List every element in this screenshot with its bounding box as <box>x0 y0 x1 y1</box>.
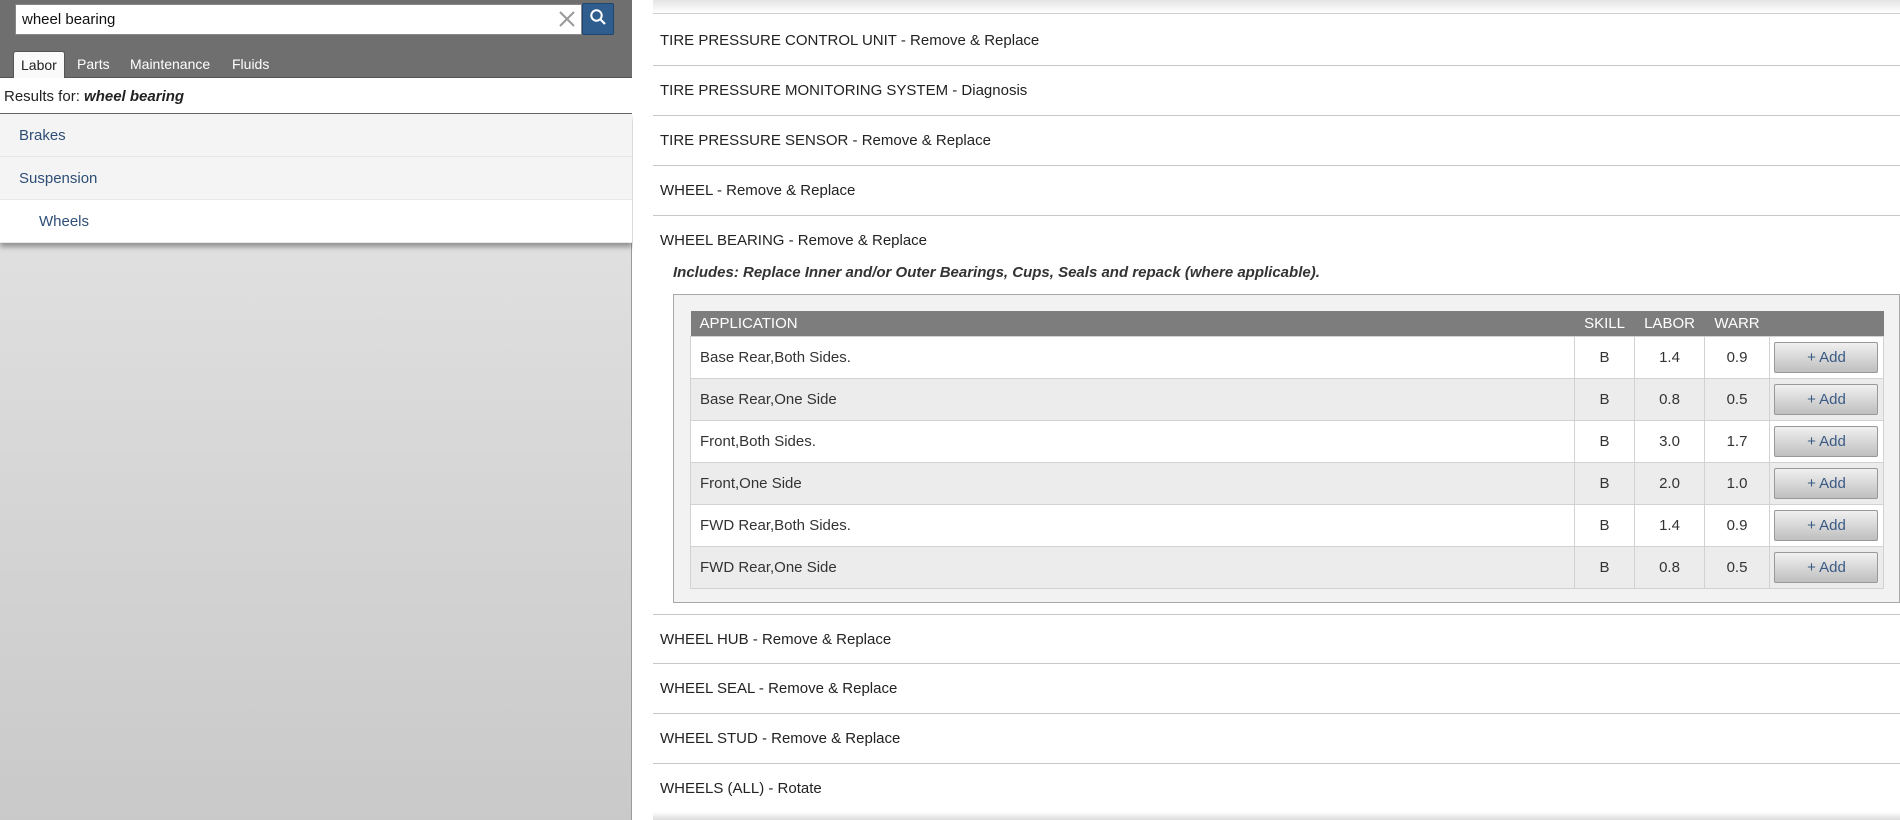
action-cell: + Add <box>1768 377 1885 421</box>
add-button[interactable]: + Add <box>1774 341 1879 373</box>
application-table: APPLICATION SKILL LABOR WARR Base Rear,B… <box>689 311 1885 589</box>
skill-cell: B <box>1574 461 1636 505</box>
column-header-action <box>1769 311 1884 336</box>
warr-cell: 0.9 <box>1704 335 1770 379</box>
tab-labor[interactable]: Labor <box>13 51 65 78</box>
warr-cell: 0.5 <box>1704 545 1770 589</box>
add-button[interactable]: + Add <box>1774 467 1879 499</box>
add-button[interactable]: + Add <box>1774 509 1879 541</box>
scroll-shadow-top <box>653 0 1900 14</box>
operations-panel: TIRE PRESSURE CONTROL UNIT - Remove & Re… <box>633 0 1900 820</box>
warr-cell: 0.9 <box>1704 503 1770 547</box>
scroll-shadow-bottom <box>653 812 1900 820</box>
operation-wheel-stud[interactable]: WHEEL STUD - Remove & Replace <box>653 714 1900 764</box>
action-cell: + Add <box>1768 461 1885 505</box>
labor-cell: 2.0 <box>1634 461 1706 505</box>
column-header-labor: LABOR <box>1634 311 1705 336</box>
column-header-warr: WARR <box>1704 311 1770 336</box>
category-suspension[interactable]: Suspension <box>0 157 632 200</box>
search-bar <box>0 0 632 43</box>
operation-tire-pressure-sensor[interactable]: TIRE PRESSURE SENSOR - Remove & Replace <box>653 116 1900 166</box>
application-cell: Front,One Side <box>689 461 1576 505</box>
application-cell: Base Rear,Both Sides. <box>689 335 1576 379</box>
table-row: Base Rear,Both Sides. B 1.4 0.9 + Add <box>689 335 1885 379</box>
labor-cell: 1.4 <box>1634 335 1706 379</box>
skill-cell: B <box>1574 545 1636 589</box>
tab-bar: Labor Parts Maintenance Fluids <box>0 43 632 78</box>
labor-cell: 0.8 <box>1634 377 1706 421</box>
warr-cell: 1.0 <box>1704 461 1770 505</box>
search-button[interactable] <box>582 3 614 35</box>
add-button[interactable]: + Add <box>1774 383 1879 415</box>
labor-cell: 1.4 <box>1634 503 1706 547</box>
application-cell: Front,Both Sides. <box>689 419 1576 463</box>
application-cell: FWD Rear,Both Sides. <box>689 503 1576 547</box>
table-header-row: APPLICATION SKILL LABOR WARR <box>690 311 1884 336</box>
results-query: wheel bearing <box>84 88 185 105</box>
table-row: Base Rear,One Side B 0.8 0.5 + Add <box>689 377 1885 421</box>
results-label: Results for: <box>4 88 80 105</box>
application-cell: FWD Rear,One Side <box>689 545 1576 589</box>
action-cell: + Add <box>1768 545 1885 589</box>
column-header-skill: SKILL <box>1574 311 1635 336</box>
operation-wheel-seal[interactable]: WHEEL SEAL - Remove & Replace <box>653 664 1900 714</box>
skill-cell: B <box>1574 503 1636 547</box>
operation-wheel-hub[interactable]: WHEEL HUB - Remove & Replace <box>653 614 1900 664</box>
labor-cell: 0.8 <box>1634 545 1706 589</box>
application-panel: APPLICATION SKILL LABOR WARR Base Rear,B… <box>673 294 1900 603</box>
add-button[interactable]: + Add <box>1774 425 1879 457</box>
operation-wheels-all-rotate[interactable]: WHEELS (ALL) - Rotate <box>653 764 1900 814</box>
category-wheels[interactable]: Wheels <box>0 200 632 243</box>
application-cell: Base Rear,One Side <box>689 377 1576 421</box>
operation-tire-pressure-control-unit[interactable]: TIRE PRESSURE CONTROL UNIT - Remove & Re… <box>653 16 1900 66</box>
warr-cell: 1.7 <box>1704 419 1770 463</box>
warr-cell: 0.5 <box>1704 377 1770 421</box>
search-icon <box>589 8 607 31</box>
tab-maintenance[interactable]: Maintenance <box>123 51 217 78</box>
operation-wheel[interactable]: WHEEL - Remove & Replace <box>653 166 1900 216</box>
table-row: Front,One Side B 2.0 1.0 + Add <box>689 461 1885 505</box>
table-row: Front,Both Sides. B 3.0 1.7 + Add <box>689 419 1885 463</box>
table-row: FWD Rear,One Side B 0.8 0.5 + Add <box>689 545 1885 589</box>
tab-parts[interactable]: Parts <box>70 51 117 78</box>
category-list: Brakes Suspension Wheels <box>0 114 632 243</box>
skill-cell: B <box>1574 335 1636 379</box>
action-cell: + Add <box>1768 503 1885 547</box>
left-panel: Labor Parts Maintenance Fluids Results f… <box>0 0 632 820</box>
column-header-application: APPLICATION <box>690 311 1575 336</box>
operation-wheel-bearing[interactable]: WHEEL BEARING - Remove & Replace <box>653 216 1900 266</box>
add-button[interactable]: + Add <box>1774 551 1879 583</box>
tab-fluids[interactable]: Fluids <box>225 51 276 78</box>
category-brakes[interactable]: Brakes <box>0 114 632 157</box>
table-row: FWD Rear,Both Sides. B 1.4 0.9 + Add <box>689 503 1885 547</box>
search-input[interactable] <box>15 4 582 35</box>
includes-note: Includes: Replace Inner and/or Outer Bea… <box>673 264 1320 281</box>
action-cell: + Add <box>1768 335 1885 379</box>
action-cell: + Add <box>1768 419 1885 463</box>
results-summary: Results for: wheel bearing <box>0 78 632 114</box>
labor-cell: 3.0 <box>1634 419 1706 463</box>
close-icon[interactable] <box>556 7 578 31</box>
operation-tire-pressure-monitoring-system[interactable]: TIRE PRESSURE MONITORING SYSTEM - Diagno… <box>653 66 1900 116</box>
skill-cell: B <box>1574 377 1636 421</box>
skill-cell: B <box>1574 419 1636 463</box>
